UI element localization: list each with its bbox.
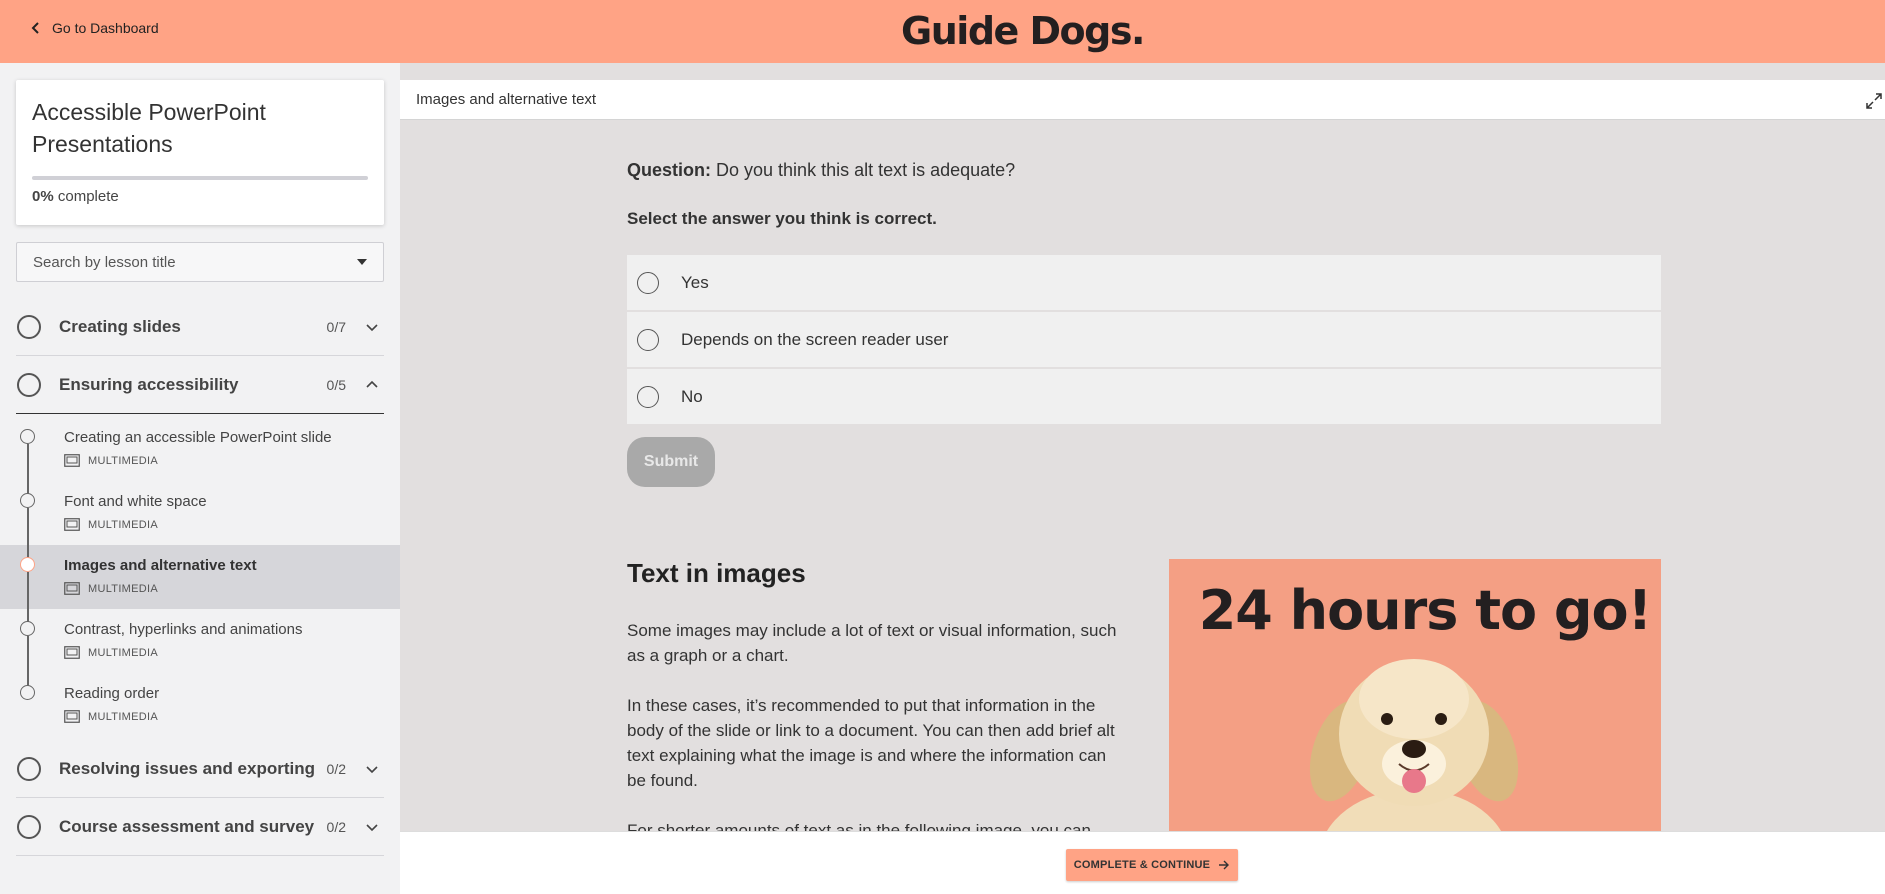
multimedia-icon [64, 454, 80, 467]
lesson-type-label: MULTIMEDIA [88, 710, 159, 723]
lesson-title: Font and white space [64, 493, 207, 510]
section-ensuring-accessibility[interactable]: Ensuring accessibility 0/5 [16, 357, 384, 414]
progress-suffix: complete [57, 188, 119, 205]
lesson-search-placeholder: Search by lesson title [33, 253, 176, 271]
course-card: Accessible PowerPoint Presentations 0% c… [16, 80, 384, 225]
section-count: 0/2 [326, 819, 346, 835]
lesson-search-dropdown[interactable]: Search by lesson title [16, 242, 384, 282]
lesson-status-icon [20, 493, 35, 508]
lesson-type: MULTIMEDIA [64, 646, 158, 659]
section-heading: Text in images [627, 558, 806, 588]
example-image: 24 hours to go! [1169, 559, 1661, 849]
chevron-down-icon [366, 766, 378, 774]
lesson-item[interactable]: Contrast, hyperlinks and animations MULT… [0, 609, 400, 686]
section-label: Course assessment and survey [59, 817, 315, 836]
lesson-type: MULTIMEDIA [64, 582, 158, 595]
course-progress-bar [32, 176, 368, 180]
section-course-assessment[interactable]: Course assessment and survey 0/2 [16, 799, 384, 856]
quiz-question: Question: Do you think this alt text is … [627, 160, 1015, 181]
question-label: Question: [627, 160, 711, 180]
lesson-item[interactable]: Font and white space MULTIMEDIA [0, 481, 400, 558]
lesson-header-title: Images and alternative text [416, 91, 597, 108]
multimedia-icon [64, 582, 80, 595]
lesson-connector [27, 572, 29, 622]
arrow-right-icon [1219, 860, 1230, 870]
quiz-option-no[interactable]: No [627, 369, 1661, 424]
section-status-icon [17, 315, 41, 339]
puppy-illustration [1309, 659, 1519, 849]
radio-button[interactable] [637, 328, 659, 351]
lesson-type-label: MULTIMEDIA [88, 646, 159, 659]
section-count: 0/2 [326, 761, 346, 777]
section-status-icon [17, 373, 41, 397]
radio-button[interactable] [637, 385, 659, 408]
expand-icon[interactable] [1865, 92, 1883, 110]
quiz-instruction: Select the answer you think is correct. [627, 209, 937, 228]
lesson-type-label: MULTIMEDIA [88, 518, 159, 531]
section-label: Creating slides [59, 317, 181, 336]
lesson-type: MULTIMEDIA [64, 454, 158, 467]
course-sidebar: Accessible PowerPoint Presentations 0% c… [0, 63, 400, 894]
quiz-option-yes[interactable]: Yes [627, 255, 1661, 310]
chevron-down-icon [366, 824, 378, 832]
lesson-title: Images and alternative text [64, 557, 257, 574]
content-paragraph: Some images may include a lot of text or… [627, 621, 1117, 665]
lesson-title: Reading order [64, 685, 160, 702]
lesson-connector [27, 508, 29, 558]
brand-logo: Guide Dogs. [901, 9, 1145, 53]
lesson-connector [27, 636, 29, 686]
course-title: Accessible PowerPoint Presentations [32, 99, 266, 157]
progress-value: 0% [32, 188, 54, 205]
multimedia-icon [64, 710, 80, 723]
quiz-options: Yes Depends on the screen reader user No [627, 255, 1661, 426]
lesson-header: Images and alternative text [400, 80, 1885, 120]
option-label: Yes [681, 272, 709, 292]
lesson-type: MULTIMEDIA [64, 710, 158, 723]
continue-label: COMPLETE & CONTINUE [1073, 859, 1211, 871]
lesson-item[interactable]: Creating an accessible PowerPoint slide … [0, 417, 400, 494]
lesson-status-icon [20, 429, 35, 444]
content-paragraph: In these cases, it’s recommended to put … [627, 696, 1115, 790]
section-label: Resolving issues and exporting [59, 759, 316, 778]
section-creating-slides[interactable]: Creating slides 0/7 [16, 299, 384, 356]
lesson-status-icon [20, 621, 35, 636]
bottom-bar: COMPLETE & CONTINUE [400, 831, 1885, 894]
lesson-content: Images and alternative text Question: Do… [400, 63, 1885, 894]
lesson-connector [27, 444, 29, 494]
multimedia-icon [64, 518, 80, 531]
option-label: Depends on the screen reader user [681, 329, 949, 349]
submit-button[interactable]: Submit [627, 437, 715, 487]
section-resolving-issues[interactable]: Resolving issues and exporting 0/2 [16, 741, 384, 798]
chevron-down-icon [366, 324, 378, 332]
lesson-status-icon [20, 685, 35, 700]
section-status-icon [17, 757, 41, 781]
question-text: Do you think this alt text is adequate? [716, 160, 1016, 180]
chevron-up-icon [366, 380, 378, 388]
course-progress-text: 0% complete [32, 188, 368, 205]
lesson-type: MULTIMEDIA [64, 518, 158, 531]
quiz-option-depends[interactable]: Depends on the screen reader user [627, 312, 1661, 367]
lesson-title: Creating an accessible PowerPoint slide [64, 429, 332, 446]
lesson-status-icon [20, 557, 35, 572]
lesson-type-label: MULTIMEDIA [88, 454, 159, 467]
lesson-item-active[interactable]: Images and alternative text MULTIMEDIA [0, 545, 400, 622]
caret-down-icon [357, 259, 367, 265]
section-status-icon [17, 815, 41, 839]
option-label: No [681, 386, 703, 406]
complete-continue-button[interactable]: COMPLETE & CONTINUE [1066, 849, 1238, 881]
section-count: 0/7 [326, 319, 346, 335]
section-count: 0/5 [326, 377, 346, 393]
multimedia-icon [64, 646, 80, 659]
lesson-item[interactable]: Reading order MULTIMEDIA [0, 673, 400, 737]
lesson-type-label: MULTIMEDIA [88, 582, 159, 595]
top-bar: Go to Dashboard Guide Dogs. [0, 0, 1885, 63]
radio-button[interactable] [637, 271, 659, 294]
lesson-title: Contrast, hyperlinks and animations [64, 621, 303, 638]
section-label: Ensuring accessibility [59, 375, 239, 394]
